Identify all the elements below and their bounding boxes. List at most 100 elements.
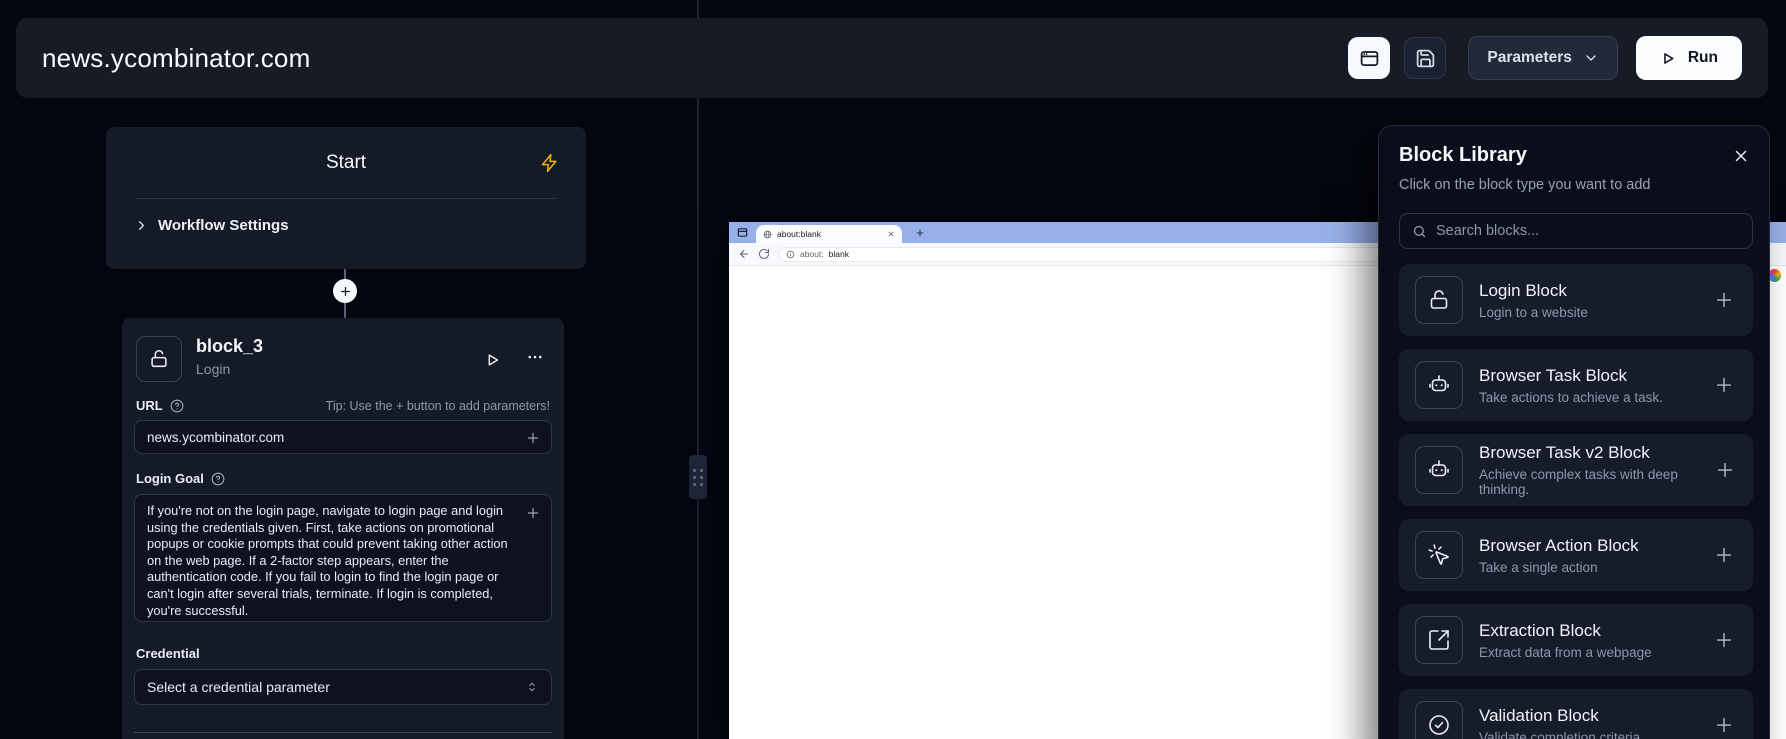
credential-select-value: Select a credential parameter (147, 679, 330, 695)
url-tip: Tip: Use the + button to add parameters! (326, 399, 550, 413)
workflow-settings-toggle[interactable]: Workflow Settings (106, 199, 586, 252)
browser-tab: about:blank (756, 225, 902, 243)
block-item-description: Extract data from a webpage (1479, 645, 1652, 660)
topbar: news.ycombinator.com Parameters Run (16, 18, 1768, 98)
reload-icon (758, 248, 770, 260)
add-block-button[interactable] (1713, 457, 1737, 483)
block-item-title: Browser Task v2 Block (1479, 443, 1713, 463)
lock-open-icon (1427, 288, 1451, 312)
lock-open-icon (148, 348, 170, 370)
block-library-item[interactable]: Login Block Login to a website (1399, 264, 1753, 336)
panel-divider (697, 0, 699, 739)
add-block-button[interactable] (1711, 627, 1737, 653)
help-circle-icon[interactable] (170, 399, 184, 413)
plus-icon (525, 430, 541, 446)
start-block-header: Start (106, 127, 586, 198)
add-block-button[interactable] (1711, 542, 1737, 568)
play-icon (1660, 50, 1677, 67)
login-goal-label: Login Goal (136, 471, 204, 486)
info-icon (786, 250, 795, 259)
globe-icon (763, 230, 772, 239)
workflow-editor: about:blank about:blank news.ycombinator… (0, 0, 1786, 739)
chevrons-up-down-icon (525, 680, 539, 694)
add-goal-parameter-button[interactable] (521, 501, 545, 525)
ellipsis-icon (526, 348, 544, 366)
block-library-item[interactable]: Browser Action Block Take a single actio… (1399, 519, 1753, 591)
start-block-title: Start (326, 152, 366, 174)
block-item-title: Validation Block (1479, 706, 1640, 726)
block-item-description: Login to a website (1479, 305, 1588, 320)
plus-icon (1713, 289, 1735, 311)
plus-icon (1713, 629, 1735, 651)
app-window-icon (1359, 48, 1380, 69)
block-item-title: Browser Task Block (1479, 366, 1663, 386)
block-library-item[interactable]: Browser Task v2 Block Achieve complex ta… (1399, 434, 1753, 506)
credential-select[interactable]: Select a credential parameter (134, 669, 552, 705)
login-goal-textarea[interactable]: If you're not on the login page, navigat… (135, 495, 551, 621)
block-library-item[interactable]: Validation Block Validate completion cri… (1399, 689, 1753, 739)
block-library-item[interactable]: Browser Task Block Take actions to achie… (1399, 349, 1753, 421)
block-item-title: Browser Action Block (1479, 536, 1639, 556)
block-type-label: Login (196, 361, 263, 377)
back-icon (738, 248, 750, 260)
add-block-button[interactable] (1711, 712, 1737, 738)
browser-panel-button[interactable] (1348, 37, 1390, 79)
new-tab-icon (915, 228, 925, 238)
block-item-title: Login Block (1479, 281, 1588, 301)
close-panel-button[interactable] (1729, 144, 1753, 168)
block-name: block_3 (196, 336, 263, 357)
run-button[interactable]: Run (1636, 36, 1742, 80)
run-block-button[interactable] (484, 351, 502, 369)
window-icon (737, 227, 748, 238)
plus-icon (339, 285, 352, 298)
robot-icon (1427, 373, 1451, 397)
run-label: Run (1688, 49, 1718, 67)
parameters-button[interactable]: Parameters (1468, 36, 1617, 80)
splitter-grip[interactable] (689, 455, 707, 499)
login-block-card: block_3 Login URL Tip: Use the + button … (122, 318, 564, 739)
block-search-input[interactable] (1436, 223, 1740, 239)
cursor-click-icon (1427, 543, 1451, 567)
add-url-parameter-button[interactable] (521, 426, 545, 450)
topbar-actions: Parameters Run (1348, 36, 1742, 80)
block-item-description: Take a single action (1479, 560, 1639, 575)
block-item-description: Validate completion criteria (1479, 730, 1640, 739)
block-item-title: Extraction Block (1479, 621, 1652, 641)
robot-icon (1427, 458, 1451, 482)
circle-check-icon (1427, 713, 1451, 737)
block-icon-box (136, 336, 182, 382)
block-more-button[interactable] (526, 348, 544, 371)
parameters-label: Parameters (1487, 49, 1571, 67)
login-goal-field: If you're not on the login page, navigat… (134, 494, 552, 622)
block-library-item[interactable]: Extraction Block Extract data from a web… (1399, 604, 1753, 676)
tab-close-icon (887, 230, 895, 238)
plus-icon (1713, 714, 1735, 736)
block-library-subtitle: Click on the block type you want to add (1399, 177, 1753, 193)
login-block-header: block_3 Login (136, 336, 550, 382)
url-scheme: about: (800, 249, 824, 259)
save-button[interactable] (1404, 37, 1446, 79)
url-label: URL (136, 398, 163, 413)
close-icon (1732, 147, 1750, 165)
block-library-title: Block Library (1399, 144, 1527, 167)
add-block-connector-button[interactable] (333, 279, 357, 303)
card-section-divider (134, 732, 552, 733)
add-block-button[interactable] (1711, 372, 1737, 398)
block-search-field (1399, 213, 1753, 249)
play-icon (484, 351, 502, 369)
url-input[interactable] (135, 421, 551, 453)
block-item-description: Achieve complex tasks with deep thinking… (1479, 467, 1713, 497)
save-icon (1415, 48, 1436, 69)
url-host: blank (829, 249, 849, 259)
block-item-description: Take actions to achieve a task. (1479, 390, 1663, 405)
plus-icon (525, 505, 541, 521)
browser-tab-title: about:blank (777, 229, 882, 239)
workflow-title: news.ycombinator.com (42, 43, 310, 74)
help-circle-icon[interactable] (211, 472, 225, 486)
chevron-down-icon (1583, 50, 1599, 66)
lightning-icon (540, 153, 560, 173)
add-block-button[interactable] (1711, 287, 1737, 313)
workflow-settings-label: Workflow Settings (158, 217, 289, 234)
extract-icon (1427, 628, 1451, 652)
block-library-panel: Block Library Click on the block type yo… (1378, 125, 1770, 739)
